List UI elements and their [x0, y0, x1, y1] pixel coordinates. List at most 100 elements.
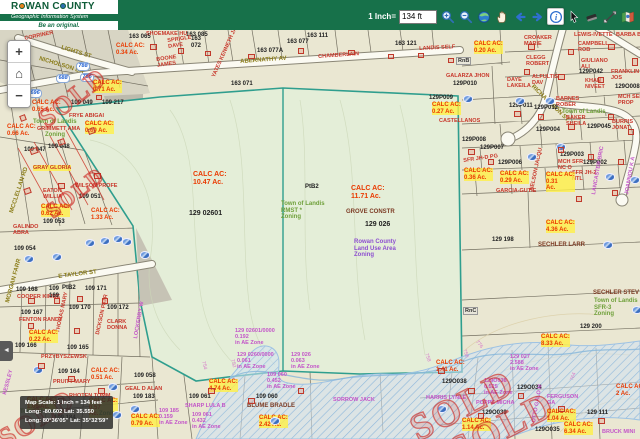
building-footprint [205, 51, 211, 56]
map-label: LOCKERBY W [133, 301, 146, 339]
building-footprint [438, 368, 445, 374]
tool-zoom-out[interactable] [457, 8, 474, 25]
map-label: 109 164 [58, 369, 80, 376]
map-label: 163 065 [129, 34, 151, 41]
tool-full-extent[interactable] [475, 8, 492, 25]
map-label: DAYE LAKEILA [507, 77, 531, 89]
map-label: 109 183 [133, 394, 155, 401]
map-label: 129 200 [580, 324, 602, 331]
building-footprint [102, 298, 108, 304]
building-footprint [448, 58, 454, 63]
tool-clear-selection[interactable] [583, 8, 600, 25]
tool-pan[interactable] [493, 8, 510, 25]
map-label: 109 170 [69, 305, 91, 312]
map-label: 752 [229, 359, 237, 369]
building-footprint [568, 124, 575, 130]
map-label: 109 061 [189, 394, 211, 401]
tool-previous-extent[interactable] [511, 8, 528, 25]
building-footprint [608, 114, 614, 120]
map-label: CALC AC: 0.66 Ac. [7, 124, 36, 137]
map-label: CALC AC: 0.36 Ac. [464, 168, 493, 181]
map-label: CALC AC: 1.33 Ac. [91, 208, 120, 221]
water-meter-icon [270, 417, 280, 425]
home-button[interactable]: ⌂ [8, 63, 30, 85]
map-label: 129 027 2.588 in AE Zone [510, 354, 539, 372]
map-label: 129P004 [536, 127, 560, 134]
map-label: GROVE CONSTR [346, 209, 395, 216]
building-footprint [77, 296, 83, 302]
map-label: Rowan County Land Use Area Zoning [354, 239, 396, 259]
building-footprint [28, 298, 35, 304]
water-meter-icon [24, 255, 34, 263]
zoom-control: + ⌂ − [7, 40, 31, 108]
building-footprint [298, 388, 304, 394]
building-footprint [524, 69, 530, 75]
building-footprint [29, 147, 39, 155]
map-label: CALC AC: 0.27 Ac. [432, 102, 461, 115]
building-footprint [568, 49, 574, 55]
building-footprint [598, 77, 604, 83]
map-label: 109 185 0.159 in AE Zone [159, 408, 188, 426]
tool-buttons: i [439, 8, 636, 25]
map-label: 163 071 [231, 81, 253, 88]
sidebar-collapse-tab[interactable]: ◄ [0, 341, 13, 361]
tool-zoom-in[interactable] [439, 8, 456, 25]
map-label: 109 167 [21, 310, 43, 317]
map-label: PRZYBYSZEWSK [41, 354, 87, 360]
map-label: CALC AC: 6.34 Ac. [564, 422, 593, 435]
water-meter-icon [108, 383, 118, 391]
map-label: 776 [474, 340, 484, 350]
map-label: CALC AC: 0.22 Ac. [29, 330, 58, 343]
water-meter-icon [130, 405, 140, 413]
map-label: CALC AC: 0.29 Ac. [500, 171, 529, 184]
map-label: 129O008 [615, 84, 640, 91]
map-label: 129P012 [534, 105, 558, 112]
map-label: 109 054 [14, 246, 36, 253]
map-label: 129P007 [480, 145, 504, 152]
map-label: 129P042 [579, 69, 603, 76]
map-label: 163 111 [307, 33, 328, 40]
map-label: CALC AC: 0.20 Ac. [474, 41, 503, 54]
tool-print-map[interactable] [619, 8, 636, 25]
map-label: 109 058 [134, 373, 156, 380]
map-label: CALC AC: 0.31 Ac. [546, 172, 575, 192]
zoom-out-icon [459, 10, 473, 24]
logo-o-blue-icon [60, 3, 66, 9]
globe-icon [477, 10, 491, 24]
building-footprint [28, 323, 34, 329]
building-footprint [19, 114, 27, 122]
map-label: KESSLEY [2, 369, 15, 395]
map-label: LEWIS-IVETTE [574, 32, 613, 38]
map-label: 129 111 [587, 410, 608, 417]
tool-measure[interactable] [601, 8, 618, 25]
map-label: 163 077A [257, 48, 283, 55]
tool-next-extent[interactable] [529, 8, 546, 25]
scale-input[interactable] [399, 10, 437, 24]
map-label: 109 166 [15, 343, 37, 350]
water-meter-icon [140, 251, 150, 259]
map-label: BRUCK MINI [602, 429, 635, 435]
water-meter-icon [100, 237, 110, 245]
map-label: 129 0260/0000 0.061 in AE Zone [237, 352, 274, 370]
map-label: ALFULTIS DAV [532, 74, 558, 86]
back-arrow-icon [513, 10, 527, 24]
toolbar: 1 Inch= i [368, 8, 636, 25]
map-label: GALINDO ABRA [13, 224, 38, 236]
map-label: 756 [461, 349, 469, 359]
zoom-out-button[interactable]: − [8, 85, 30, 107]
info-line: Long: 80°36'05" Lat: 35°32'59" [25, 417, 108, 426]
map-label: CLEGG ROBERT [526, 55, 549, 67]
building-footprint [558, 74, 565, 80]
water-meter-icon [527, 153, 537, 161]
map-label: 109 217 [102, 100, 124, 107]
building-footprint [54, 298, 60, 304]
building-footprint [608, 44, 615, 50]
zoom-in-button[interactable]: + [8, 41, 30, 63]
tool-identify[interactable]: i [547, 8, 564, 25]
water-meter-icon [52, 253, 62, 261]
building-footprint [68, 376, 75, 382]
tool-select[interactable] [565, 8, 582, 25]
scale-label: 1 Inch= [368, 12, 396, 21]
map-label: 129 198 [492, 237, 514, 244]
map-label: CALC AC: 8.33 Ac. [541, 334, 570, 347]
